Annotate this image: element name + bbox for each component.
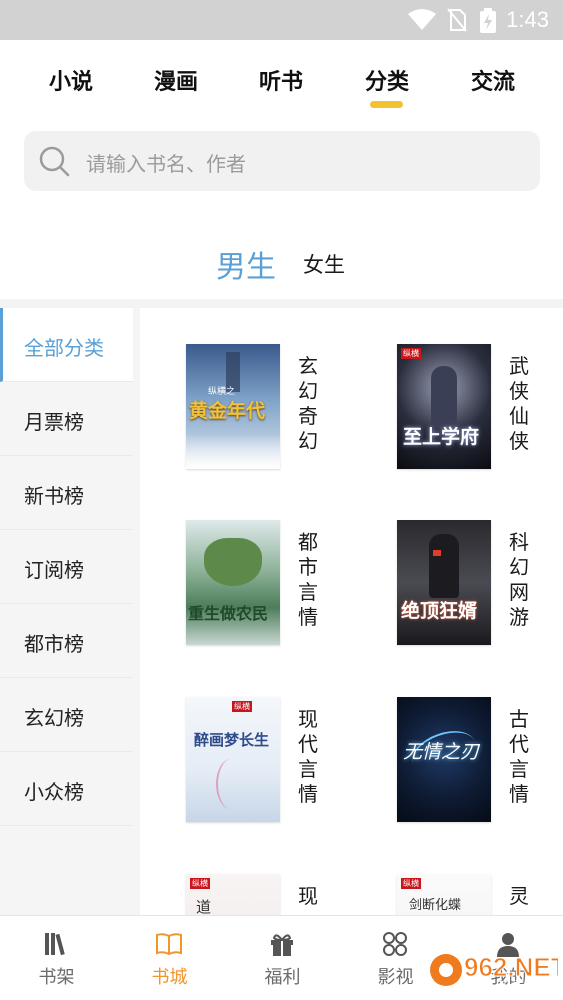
cover-subtitle: 纵横	[232, 701, 252, 712]
cover-title: 重生做农民	[188, 604, 269, 623]
wifi-icon	[408, 9, 436, 30]
gender-tab-male[interactable]: 男生	[216, 242, 276, 286]
sidebar-item-urban[interactable]: 都市榜	[0, 604, 133, 678]
book-cover: 纵横 剑断化蝶	[397, 874, 491, 915]
category-name: 灵	[509, 884, 529, 908]
sidebar-item-label: 全部分类	[24, 336, 104, 360]
tab-comics[interactable]: 漫画	[136, 64, 216, 96]
top-tab-bar: 小说 漫画 听书 分类 交流	[0, 40, 563, 120]
sidebar-item-all-categories[interactable]: 全部分类	[0, 308, 133, 382]
search-input[interactable]: 请输入书名、作者	[24, 131, 540, 191]
category-name: 现	[298, 884, 318, 908]
cover-title: 绝顶狂婿	[401, 600, 478, 622]
section-divider	[0, 299, 563, 308]
nav-bookstore[interactable]: 书城	[113, 916, 226, 1000]
category-name: 玄幻奇幻	[298, 354, 318, 453]
cover-subtitle: 纵横	[401, 878, 421, 889]
sidebar-item-label: 小众榜	[24, 780, 84, 804]
tab-categories[interactable]: 分类	[347, 64, 427, 96]
nav-benefits[interactable]: 福利	[226, 916, 339, 1000]
svg-text:962.NET: 962.NET	[464, 952, 558, 982]
cover-title: 黄金年代	[189, 400, 266, 422]
bookshelf-icon	[45, 933, 65, 956]
nav-label: 书架	[38, 967, 75, 988]
category-name: 科幻网游	[509, 530, 529, 629]
book-cover: 纵横之 黄金年代	[186, 344, 280, 469]
sidebar-item-label: 新书榜	[24, 484, 84, 508]
category-card-partial-left[interactable]: 纵横 道 现	[186, 874, 376, 915]
status-time: 1:43	[506, 7, 549, 32]
gift-icon	[271, 934, 293, 956]
category-name: 都市言情	[298, 530, 318, 629]
no-sim-icon	[447, 8, 467, 32]
nav-label: 福利	[264, 967, 301, 988]
category-grid: 纵横之 黄金年代 玄幻奇幻 纵横 至上学府 武侠仙侠 重生做农民 都市言情 绝顶…	[140, 308, 563, 915]
cover-subtitle: 纵横	[190, 878, 210, 889]
category-card-scifi-game[interactable]: 绝顶狂婿 科幻网游	[397, 520, 563, 646]
nav-label: 书城	[151, 967, 188, 988]
book-cover: 重生做农民	[186, 520, 280, 645]
cover-title: 无情之刃	[403, 741, 480, 763]
book-cover: 纵横 醉画梦长生	[186, 697, 280, 822]
status-bar: 1:43	[0, 0, 563, 40]
search-icon	[39, 146, 70, 177]
category-card-fantasy[interactable]: 纵横之 黄金年代 玄幻奇幻	[186, 344, 376, 470]
cover-title: 醉画梦长生	[194, 731, 270, 749]
book-cover: 纵横 道	[186, 874, 280, 915]
cover-title: 剑断化蝶	[409, 898, 462, 913]
sidebar-item-label: 订阅榜	[24, 558, 84, 582]
category-name: 古代言情	[509, 707, 529, 806]
active-tab-indicator	[370, 101, 403, 108]
search-placeholder: 请输入书名、作者	[86, 152, 246, 176]
nav-bookshelf[interactable]: 书架	[0, 916, 113, 1000]
cover-title: 至上学府	[403, 426, 480, 448]
sidebar-item-label: 都市榜	[24, 632, 84, 656]
gender-tab-female[interactable]: 女生	[303, 249, 345, 279]
category-card-historical-romance[interactable]: 无情之刃 古代言情	[397, 697, 563, 823]
book-cover: 无情之刃	[397, 697, 491, 822]
sidebar-item-new-books[interactable]: 新书榜	[0, 456, 133, 530]
tab-novel[interactable]: 小说	[31, 64, 111, 96]
sidebar-item-label: 玄幻榜	[24, 706, 84, 730]
cover-subtitle: 纵横	[401, 348, 421, 359]
sidebar-item-monthly-ticket[interactable]: 月票榜	[0, 382, 133, 456]
tab-community[interactable]: 交流	[453, 64, 533, 96]
category-card-urban-romance[interactable]: 重生做农民 都市言情	[186, 520, 376, 646]
category-card-modern-romance[interactable]: 纵横 醉画梦长生 现代言情	[186, 697, 376, 823]
watermark-logo: 962.NET 乐游网	[430, 952, 558, 994]
sidebar-item-niche[interactable]: 小众榜	[0, 752, 133, 826]
category-sidebar: 全部分类 月票榜 新书榜 订阅榜 都市榜 玄幻榜 小众榜	[0, 308, 140, 915]
category-name: 武侠仙侠	[509, 354, 529, 453]
book-open-icon	[156, 933, 182, 956]
book-cover: 绝顶狂婿	[397, 520, 491, 645]
grid-icon	[383, 932, 407, 956]
category-card-wuxia[interactable]: 纵横 至上学府 武侠仙侠	[397, 344, 563, 470]
sidebar-item-label: 月票榜	[24, 410, 84, 434]
battery-charging-icon	[480, 8, 496, 33]
category-card-partial-right[interactable]: 纵横 剑断化蝶 灵	[397, 874, 563, 915]
book-cover: 纵横 至上学府	[397, 344, 491, 469]
category-name: 现代言情	[298, 707, 318, 806]
sidebar-item-fantasy[interactable]: 玄幻榜	[0, 678, 133, 752]
sidebar-item-subscription[interactable]: 订阅榜	[0, 530, 133, 604]
cover-title: 道	[196, 898, 212, 915]
tab-audiobooks[interactable]: 听书	[241, 64, 321, 96]
svg-text:乐游网: 乐游网	[498, 980, 537, 994]
